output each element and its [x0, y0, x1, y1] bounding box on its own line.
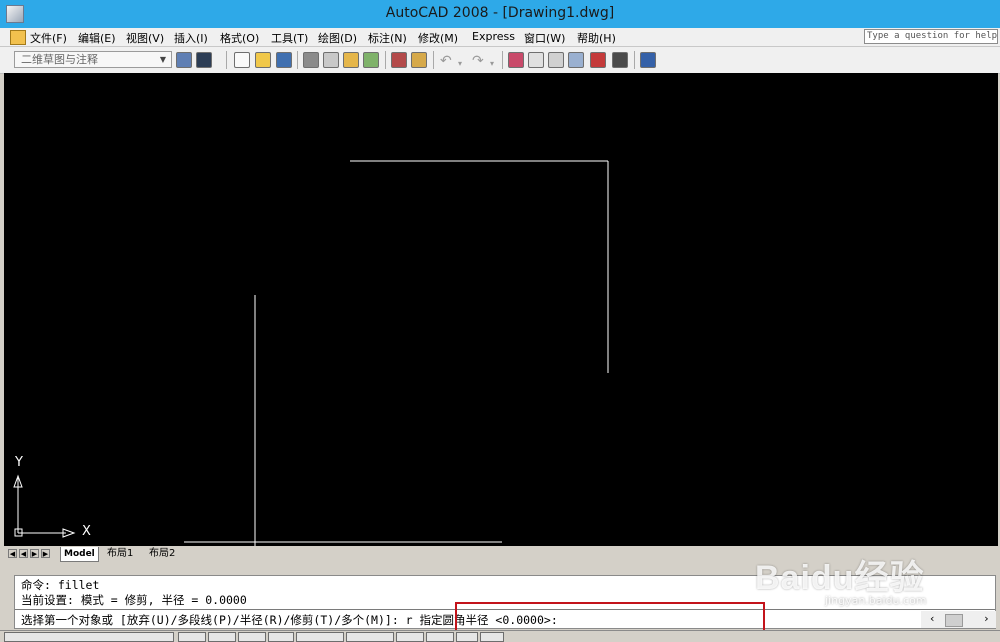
- next-tab-icon[interactable]: ▶: [30, 549, 39, 558]
- menu-format[interactable]: 格式(O): [220, 30, 259, 46]
- 3d-dwf-icon[interactable]: [363, 52, 379, 68]
- toolbar-separator: [502, 51, 503, 69]
- toolbar-separator: [297, 51, 298, 69]
- redo-dropdown-icon[interactable]: ▾: [490, 57, 494, 71]
- command-history-line: 命令: fillet: [21, 578, 100, 592]
- pan-icon[interactable]: [508, 52, 524, 68]
- cut-icon[interactable]: [391, 52, 407, 68]
- properties-icon[interactable]: [528, 52, 544, 68]
- tab-layout1[interactable]: 布局1: [104, 547, 136, 561]
- tab-layout2[interactable]: 布局2: [146, 547, 178, 561]
- undo-icon[interactable]: ↶: [440, 53, 452, 67]
- layout-tabs-bar: ◀ ◀ ▶ ▶ Model 布局1 布局2: [4, 546, 1000, 562]
- plot-preview-icon[interactable]: [323, 52, 339, 68]
- document-icon[interactable]: [10, 30, 26, 45]
- tab-model[interactable]: Model: [60, 547, 99, 562]
- save-workspace-icon[interactable]: [196, 52, 212, 68]
- last-tab-icon[interactable]: ▶: [41, 549, 50, 558]
- title-bar: AutoCAD 2008 - [Drawing1.dwg]: [0, 0, 1000, 28]
- match-properties-icon[interactable]: [411, 52, 427, 68]
- toolbar-separator: [226, 51, 227, 69]
- drawing-canvas[interactable]: [4, 73, 998, 546]
- workspace-value: 二维草图与注释: [21, 53, 98, 66]
- menu-tools[interactable]: 工具(T): [271, 30, 308, 46]
- scroll-right-icon[interactable]: ›: [983, 612, 990, 625]
- menu-modify[interactable]: 修改(M): [418, 30, 458, 46]
- menu-help[interactable]: 帮助(H): [577, 30, 616, 46]
- menu-window[interactable]: 窗口(W): [524, 30, 565, 46]
- ucs-y-label: Y: [15, 455, 23, 470]
- menu-dimension[interactable]: 标注(N): [368, 30, 407, 46]
- menu-file[interactable]: 文件(F): [30, 30, 67, 46]
- save-file-icon[interactable]: [276, 52, 292, 68]
- window-title: AutoCAD 2008 - [Drawing1.dwg]: [385, 5, 615, 21]
- undo-dropdown-icon[interactable]: ▾: [458, 57, 462, 71]
- command-scrollbar[interactable]: ‹ ›: [921, 611, 996, 628]
- toolbar-separator: [634, 51, 635, 69]
- status-bar: [0, 630, 1000, 642]
- tool-palettes-icon[interactable]: [568, 52, 584, 68]
- workspace-dropdown[interactable]: 二维草图与注释 ▼: [14, 51, 172, 68]
- command-history-line: 当前设置: 模式 = 修剪, 半径 = 0.0000: [21, 593, 247, 607]
- prev-tab-icon[interactable]: ◀: [19, 549, 28, 558]
- plot-icon[interactable]: [303, 52, 319, 68]
- menu-bar: 文件(F) 编辑(E) 视图(V) 插入(I) 格式(O) 工具(T) 绘图(D…: [0, 28, 1000, 47]
- toolbar-separator: [433, 51, 434, 69]
- scroll-thumb[interactable]: [945, 614, 963, 627]
- workspace-settings-icon[interactable]: [176, 52, 192, 68]
- command-line-grip[interactable]: [4, 575, 13, 629]
- ucs-x-label: X: [82, 524, 91, 539]
- calculator-icon[interactable]: [612, 52, 628, 68]
- ucs-icon: [13, 474, 76, 538]
- help-icon[interactable]: [640, 52, 656, 68]
- redo-icon[interactable]: ↷: [472, 53, 484, 67]
- chevron-down-icon[interactable]: ▼: [157, 52, 169, 67]
- new-file-icon[interactable]: [234, 52, 250, 68]
- open-file-icon[interactable]: [255, 52, 271, 68]
- menu-draw[interactable]: 绘图(D): [318, 30, 357, 46]
- toolbar-separator: [385, 51, 386, 69]
- menu-view[interactable]: 视图(V): [126, 30, 164, 46]
- drawing-area[interactable]: Y X: [4, 73, 998, 546]
- menu-express[interactable]: Express: [472, 30, 515, 43]
- menu-insert[interactable]: 插入(I): [174, 30, 208, 46]
- sheet-set-icon[interactable]: [590, 52, 606, 68]
- standard-toolbar: 二维草图与注释 ▼ ↶ ▾ ↷ ▾: [0, 47, 1000, 74]
- publish-icon[interactable]: [343, 52, 359, 68]
- menu-edit[interactable]: 编辑(E): [78, 30, 116, 46]
- first-tab-icon[interactable]: ◀: [8, 549, 17, 558]
- design-center-icon[interactable]: [548, 52, 564, 68]
- scroll-left-icon[interactable]: ‹: [929, 612, 936, 625]
- help-search-input[interactable]: Type a question for help: [864, 29, 998, 44]
